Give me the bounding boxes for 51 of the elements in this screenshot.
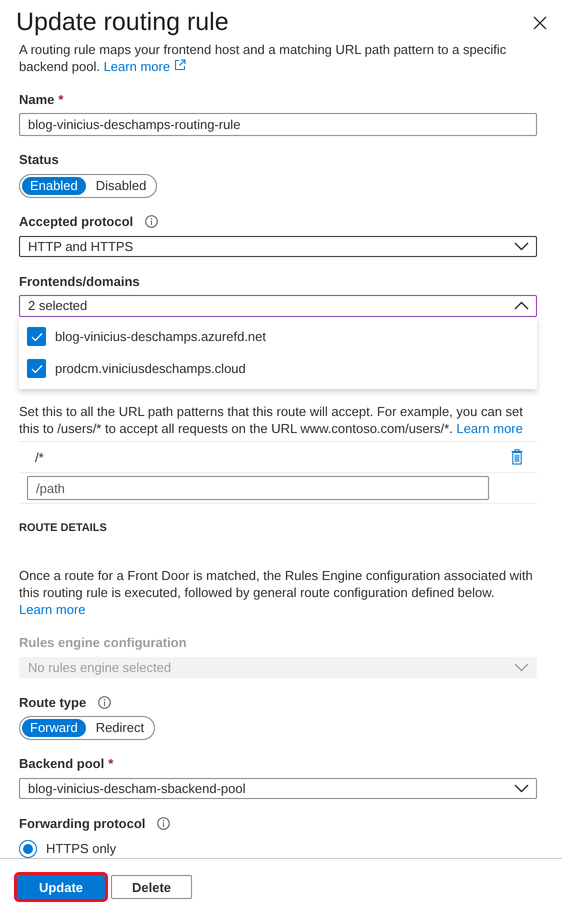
learn-more-link[interactable]: Learn more [19, 602, 86, 616]
toggle-option[interactable]: Redirect [88, 718, 152, 737]
checkmark-icon [30, 364, 42, 374]
chevron-down-icon [514, 784, 529, 794]
toggle-option[interactable]: Disabled [88, 176, 154, 195]
help-text: A routing rule maps your frontend host and a matching URL path pattern to a specific backend pool. Learn more [19, 41, 508, 76]
path-field[interactable]: /path [27, 476, 489, 500]
dropdown[interactable]: 2 selected [19, 295, 537, 317]
dropdown-option[interactable]: prodcm.viniciusdeschamps.cloud [19, 352, 537, 385]
checkmark-icon [30, 332, 42, 342]
learn-more-link[interactable]: Learn more [456, 420, 523, 436]
dropdown-value: HTTP and HTTPS [28, 238, 134, 254]
radio-button[interactable] [19, 840, 37, 858]
dropdown[interactable]: blog-vinicius-descham-sbackend-pool [19, 778, 537, 800]
learn-more-link[interactable]: Learn more [104, 59, 186, 74]
field-label: Backend pool [19, 756, 104, 772]
field-label: Accepted protocol [19, 214, 134, 230]
chevron-down-icon [514, 662, 529, 672]
dropdown-value: 2 selected [28, 298, 88, 314]
field-label: Status [19, 152, 59, 168]
dropdown-value: blog-vinicius-descham-sbackend-pool [28, 781, 246, 796]
checkbox[interactable] [27, 327, 46, 346]
path-pattern: /* [35, 450, 44, 465]
required-mark: * [108, 756, 114, 772]
close-icon[interactable] [533, 16, 547, 30]
field-label: Route type [19, 694, 86, 710]
external-link-icon [174, 59, 186, 72]
help-text: Set this to all the URL path patterns that this route will accept. For example, you can set this to /users/* to accept all requests on the URL www.contoso.com/users/*. Learn more [19, 402, 524, 437]
option-label: prodcm.viniciusdeschamps.cloud [55, 361, 246, 376]
field-label: Name [19, 92, 54, 107]
toggle-option[interactable]: Enabled [22, 176, 86, 195]
radio-label: HTTPS only [46, 841, 116, 856]
required-mark: * [58, 92, 64, 107]
name-field[interactable]: blog-vinicius-deschamps-routing-rule [19, 113, 537, 136]
checkbox[interactable] [27, 359, 46, 378]
help-text: Once a route for a Front Door is matched, the Rules Engine configuration associated with this routing rule is executed, followed by general route configuration defined below. Learn more [19, 566, 534, 618]
panel-title: Update routing rule [16, 8, 229, 38]
update-button[interactable]: Update [17, 875, 105, 899]
dropdown-option[interactable]: blog-vinicius-deschamps.azurefd.net [19, 320, 537, 353]
field-label: Forwarding protocol [19, 816, 146, 831]
chevron-down-icon [514, 242, 529, 251]
field-label: Frontends/domains [19, 274, 140, 289]
chevron-up-icon [514, 301, 529, 310]
toggle-option[interactable]: Forward [22, 718, 86, 737]
dropdown[interactable]: HTTP and HTTPS [19, 236, 537, 258]
dropdown-value: No rules engine selected [28, 660, 172, 675]
section-heading: ROUTE DETAILS [19, 522, 108, 536]
delete-icon[interactable] [511, 449, 523, 466]
option-label: blog-vinicius-deschamps.azurefd.net [55, 329, 266, 344]
delete-button[interactable]: Delete [111, 875, 192, 899]
field-label: Rules engine configuration [19, 634, 187, 650]
